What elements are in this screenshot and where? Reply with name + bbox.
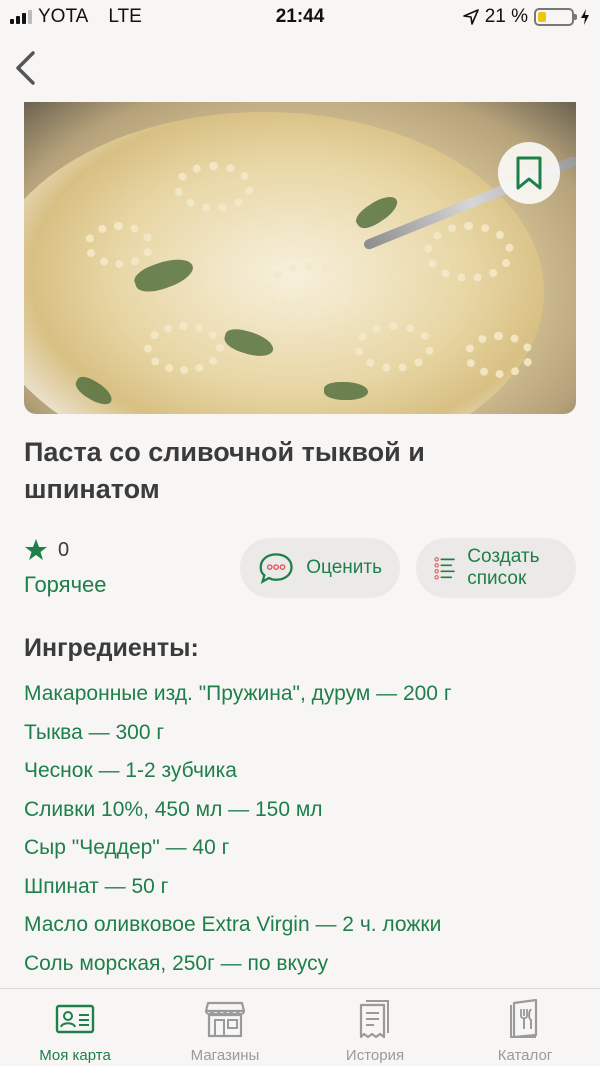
bookmark-icon — [516, 156, 542, 190]
rate-button[interactable]: Оценить — [240, 538, 400, 598]
create-list-button[interactable]: Создать список — [416, 538, 576, 598]
star-icon — [25, 539, 47, 560]
tab-label: Моя карта — [39, 1047, 111, 1064]
tab-label: Магазины — [190, 1047, 260, 1064]
list-icon — [434, 557, 455, 580]
tab-my-card[interactable]: Моя карта — [0, 989, 150, 1066]
chat-bubble-icon — [259, 553, 293, 584]
ingredient-item[interactable]: Чеснок — 1-2 зубчика — [24, 752, 584, 791]
category-tag[interactable]: Горячее — [24, 572, 107, 598]
recipe-photo — [24, 102, 576, 414]
ingredient-item[interactable]: Сливки 10%, 450 мл — 150 мл — [24, 791, 584, 830]
ingredients-list: Макаронные изд. "Пружина", дурум — 200 г… — [24, 675, 584, 983]
tab-history[interactable]: История — [300, 989, 450, 1066]
tab-label: История — [345, 1047, 405, 1064]
back-button[interactable] — [10, 48, 40, 88]
chevron-left-icon — [16, 51, 35, 85]
card-icon — [55, 1004, 95, 1034]
store-icon — [205, 1001, 245, 1038]
ingredient-item[interactable]: Масло оливковое Extra Virgin — 2 ч. ложк… — [24, 906, 584, 945]
receipt-icon — [359, 1000, 389, 1039]
create-list-label: Создать список — [467, 546, 540, 589]
bookmark-button[interactable] — [498, 142, 560, 204]
tab-bar: Моя карта Магазины История Каталог — [0, 988, 600, 1066]
location-arrow-icon — [462, 9, 479, 25]
ingredients-heading: Ингредиенты: — [24, 634, 199, 662]
ingredient-item[interactable]: Тыква — 300 г — [24, 714, 584, 753]
rating: 0 — [24, 538, 69, 562]
ingredient-item[interactable]: Макаронные изд. "Пружина", дурум — 200 г — [24, 675, 584, 714]
navigation-bar — [0, 34, 600, 102]
rating-value: 0 — [58, 538, 70, 561]
tab-stores[interactable]: Магазины — [150, 989, 300, 1066]
battery-icon — [534, 8, 577, 26]
rate-button-label: Оценить — [306, 557, 382, 578]
tab-label: Каталог — [497, 1047, 553, 1064]
charging-bolt-icon — [581, 9, 589, 25]
ingredient-item[interactable]: Соль морская, 250г — по вкусу — [24, 945, 584, 984]
ingredient-item[interactable]: Шпинат — 50 г — [24, 868, 584, 907]
catalog-icon — [510, 999, 538, 1039]
battery-percent: 21 % — [484, 6, 528, 27]
status-bar: YOTA LTE 21:44 21 % — [0, 0, 600, 34]
ingredient-item[interactable]: Сыр "Чеддер" — 40 г — [24, 829, 584, 868]
recipe-title: Паста со сливочной тыквой и шпинатом — [24, 437, 425, 504]
tab-catalog[interactable]: Каталог — [450, 989, 600, 1066]
